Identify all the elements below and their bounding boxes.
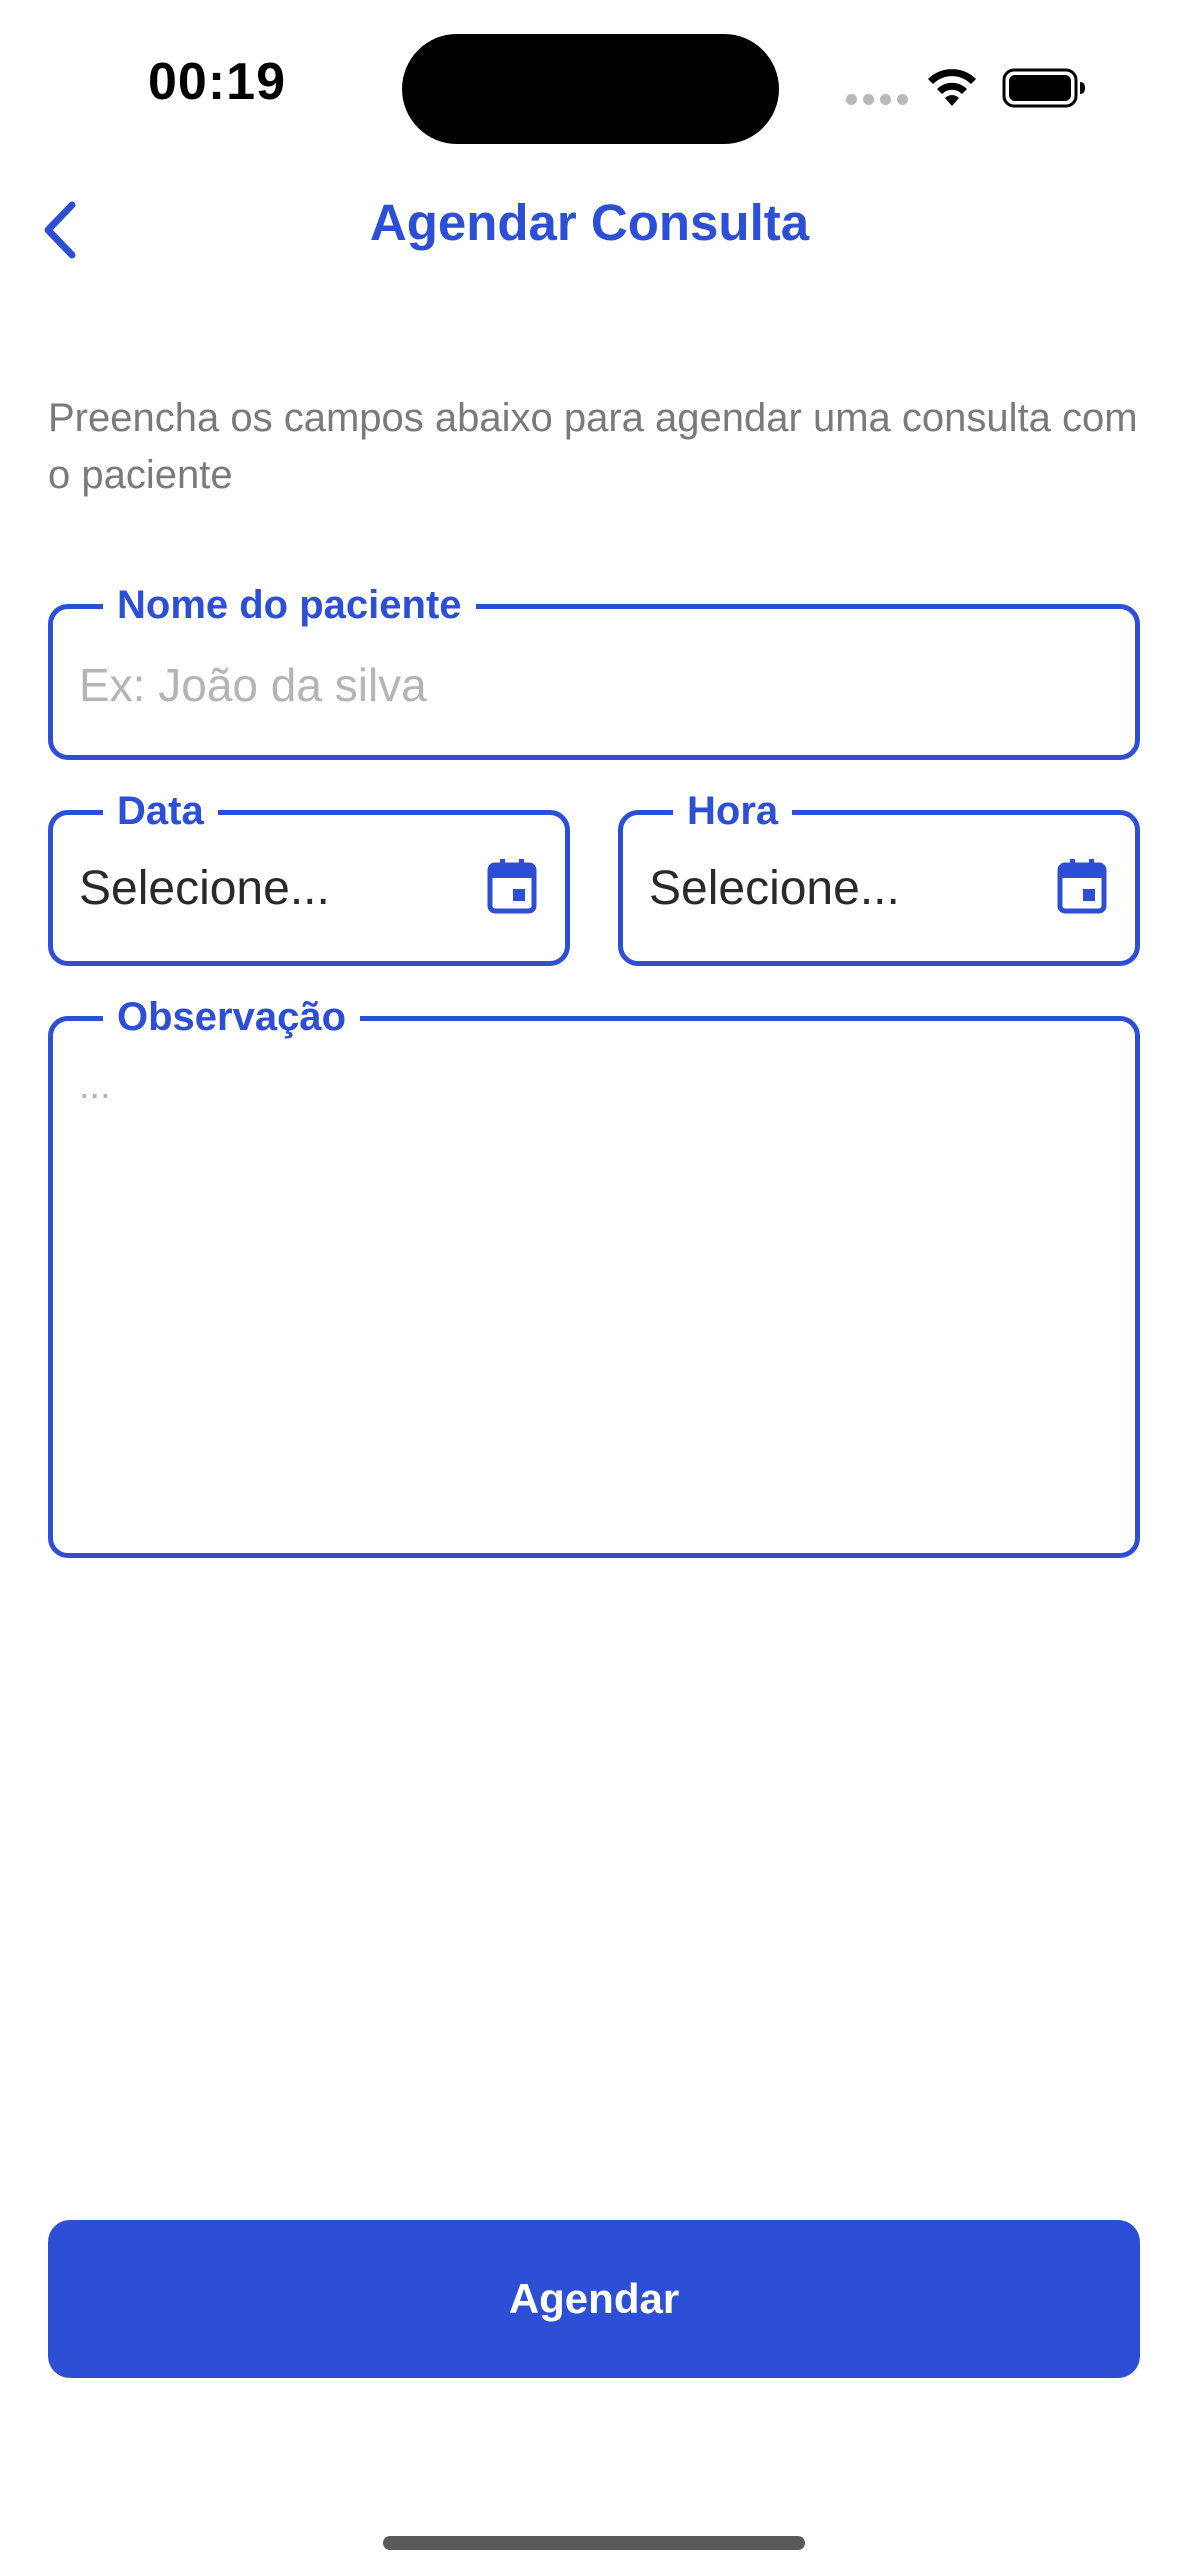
signal-dots-icon bbox=[846, 94, 908, 105]
date-value: Selecione... bbox=[79, 862, 330, 915]
page-title: Agendar Consulta bbox=[369, 194, 810, 251]
time-value: Selecione... bbox=[649, 862, 900, 915]
patient-name-field[interactable]: Nome do paciente bbox=[48, 581, 1140, 760]
battery-icon bbox=[1002, 68, 1085, 108]
observation-field[interactable]: Observação bbox=[48, 993, 1140, 1558]
date-label: Data bbox=[103, 787, 218, 835]
patient-name-label: Nome do paciente bbox=[103, 581, 476, 629]
calendar-icon[interactable] bbox=[1057, 859, 1107, 915]
home-indicator bbox=[383, 2536, 805, 2550]
observation-textarea[interactable] bbox=[79, 1061, 1109, 1523]
date-field[interactable]: Data Selecione... bbox=[48, 787, 570, 966]
dynamic-island bbox=[402, 34, 779, 144]
calendar-icon[interactable] bbox=[487, 859, 537, 915]
time-field[interactable]: Hora Selecione... bbox=[618, 787, 1140, 966]
form-description: Preencha os campos abaixo para agendar u… bbox=[48, 396, 1138, 497]
schedule-button[interactable]: Agendar bbox=[48, 2220, 1140, 2378]
time-label: Hora bbox=[673, 787, 793, 835]
status-time: 00:19 bbox=[148, 53, 286, 111]
wifi-icon bbox=[928, 69, 976, 106]
observation-label: Observação bbox=[103, 993, 361, 1041]
patient-name-input[interactable] bbox=[79, 655, 1109, 715]
